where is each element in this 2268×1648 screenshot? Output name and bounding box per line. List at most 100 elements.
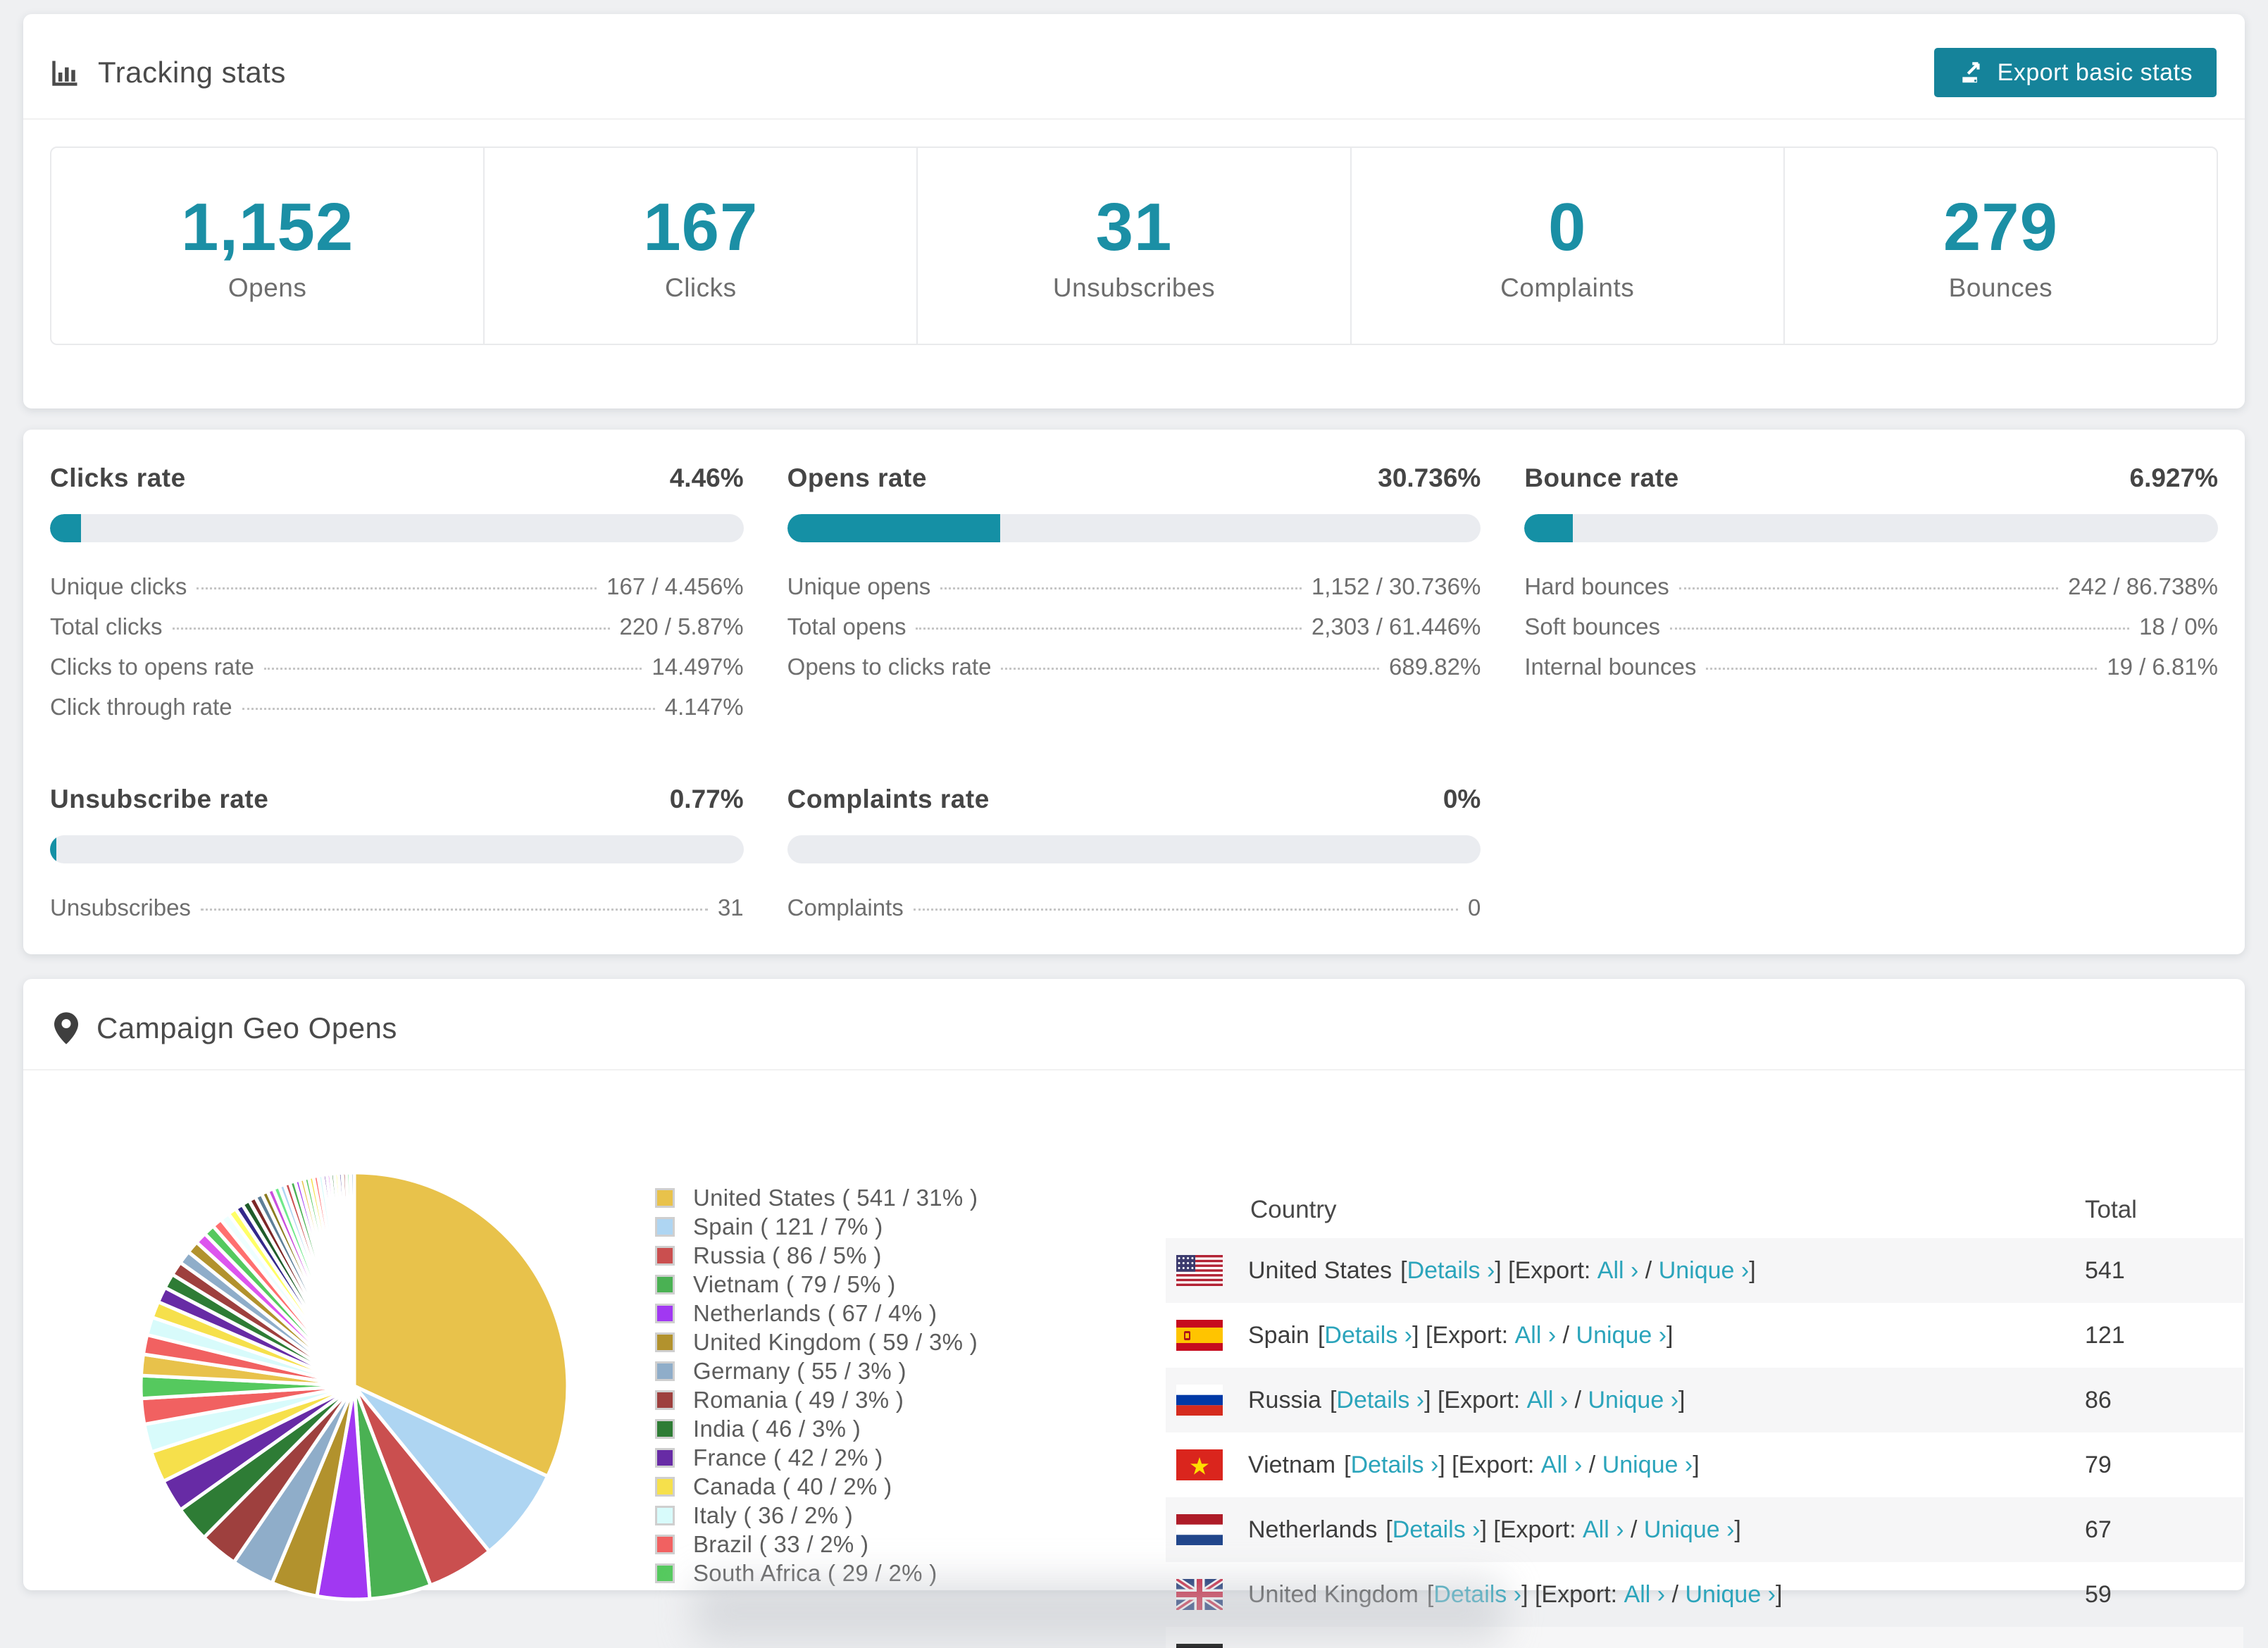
legend-swatch	[655, 1188, 675, 1208]
rate-detail-row: Total opens2,303 / 61.446%	[787, 613, 1481, 654]
rate-title: Opens rate	[787, 463, 927, 493]
rate-detail-row: Hard bounces242 / 86.738%	[1524, 573, 2218, 613]
total-cell: 86	[2085, 1387, 2243, 1414]
rate-detail-row: Total clicks220 / 5.87%	[50, 613, 744, 654]
bracket: ]	[1666, 1322, 1673, 1349]
export-unique-link[interactable]: Unique ›	[1659, 1257, 1750, 1285]
details-link[interactable]: Details ›	[1336, 1387, 1424, 1414]
stat-unsubscribes: 31Unsubscribes	[918, 148, 1351, 344]
rate-detail-value: 167 / 4.456%	[606, 573, 744, 600]
campaign-geo-opens-card: Campaign Geo Opens United States ( 541 /…	[23, 979, 2245, 1590]
legend-item: Netherlands ( 67 / 4% )	[655, 1299, 978, 1328]
rate-detail-value: 19 / 6.81%	[2107, 654, 2218, 680]
legend-item: France ( 42 / 2% )	[655, 1443, 978, 1472]
progress-bar-track	[50, 835, 744, 863]
table-row: Spain[Details ›] [Export: All › / Unique…	[1166, 1303, 2243, 1368]
export-basic-stats-button[interactable]: Export basic stats	[1934, 48, 2217, 97]
country-cell: Netherlands[Details ›] [Export: All › / …	[1166, 1514, 2085, 1545]
bracket: ]	[1678, 1387, 1685, 1414]
legend-swatch	[655, 1563, 675, 1583]
details-link[interactable]: Details ›	[1392, 1516, 1481, 1544]
rate-detail-label: Unique opens	[787, 573, 931, 600]
country-column-header: Country	[1166, 1196, 2085, 1224]
legend-item: United States ( 541 / 31% )	[655, 1183, 978, 1212]
dotted-leader	[940, 587, 1302, 589]
rate-detail-value: 4.147%	[665, 694, 744, 720]
rate-value: 4.46%	[670, 463, 744, 493]
rate-detail-row: Internal bounces19 / 6.81%	[1524, 654, 2218, 694]
bracket: [	[1385, 1516, 1392, 1544]
legend-item: Canada ( 40 / 2% )	[655, 1472, 978, 1501]
stat-value: 1,152	[181, 189, 354, 266]
total-cell: 59	[2085, 1581, 2243, 1609]
legend-label: India ( 46 / 3% )	[693, 1416, 861, 1442]
rate-detail-row: Unique opens 1,152 / 30.736%	[787, 573, 1481, 613]
legend-label: Brazil ( 33 / 2% )	[693, 1531, 868, 1558]
bracket: ]	[1693, 1452, 1699, 1479]
legend-item: Spain ( 121 / 7% )	[655, 1212, 978, 1241]
dotted-leader	[914, 909, 1458, 911]
export-unique-link[interactable]: Unique ›	[1576, 1322, 1667, 1349]
export-unique-link[interactable]: Unique ›	[1613, 1646, 1704, 1648]
rate-detail-label: Total clicks	[50, 613, 163, 640]
stat-value: 167	[643, 189, 758, 266]
page-title: Tracking stats	[98, 56, 286, 89]
legend-label: France ( 42 / 2% )	[693, 1444, 883, 1471]
dotted-leader	[173, 628, 610, 630]
bracket: ]	[1734, 1516, 1740, 1544]
rate-detail-row: Unsubscribes31	[50, 894, 744, 935]
rate-detail-value: 242 / 86.738%	[2068, 573, 2218, 600]
export-unique-link[interactable]: Unique ›	[1588, 1387, 1679, 1414]
progress-bar-track	[787, 835, 1481, 863]
dotted-leader	[242, 708, 655, 710]
rate-block-clicks-rate: Clicks rate4.46%Unique clicks167 / 4.456…	[50, 463, 744, 734]
stat-value: 279	[1943, 189, 2058, 266]
rate-value: 30.736%	[1378, 463, 1481, 493]
stat-label: Clicks	[665, 273, 737, 303]
rate-detail-value: 1,152 / 30.736%	[1311, 573, 1481, 600]
bracket: ]	[1704, 1646, 1710, 1648]
legend-label: Romania ( 49 / 3% )	[693, 1387, 904, 1413]
legend-label: Canada ( 40 / 2% )	[693, 1473, 892, 1500]
details-link[interactable]: Details ›	[1324, 1322, 1412, 1349]
export-all-link[interactable]: All ›	[1583, 1516, 1624, 1544]
export-unique-link[interactable]: Unique ›	[1685, 1581, 1776, 1609]
bracket: ]	[1776, 1581, 1782, 1609]
geo-section-title: Campaign Geo Opens	[96, 1011, 397, 1045]
export-all-link[interactable]: All ›	[1624, 1581, 1666, 1609]
legend-label: Netherlands ( 67 / 4% )	[693, 1300, 937, 1327]
export-all-link[interactable]: All ›	[1552, 1646, 1593, 1648]
total-column-header: Total	[2085, 1196, 2243, 1224]
dotted-leader	[916, 628, 1302, 630]
dotted-leader	[1001, 668, 1379, 670]
legend-swatch	[655, 1304, 675, 1323]
legend-item: India ( 46 / 3% )	[655, 1414, 978, 1443]
geo-table-header: CountryTotal	[1166, 1182, 2243, 1238]
rate-detail-value: 31	[718, 894, 744, 921]
stat-value: 0	[1548, 189, 1586, 266]
export-unique-link[interactable]: Unique ›	[1644, 1516, 1735, 1544]
country-name: Netherlands	[1248, 1516, 1377, 1544]
export-unique-link[interactable]: Unique ›	[1602, 1452, 1693, 1479]
rate-title: Clicks rate	[50, 463, 186, 493]
details-link[interactable]: Details ›	[1362, 1646, 1450, 1648]
bracket: ] [Export:	[1424, 1387, 1527, 1414]
export-all-link[interactable]: All ›	[1597, 1257, 1639, 1285]
legend-label: Russia ( 86 / 5% )	[693, 1242, 882, 1269]
export-all-link[interactable]: All ›	[1527, 1387, 1569, 1414]
legend-swatch	[655, 1246, 675, 1266]
bracket: ] [Export:	[1521, 1581, 1624, 1609]
legend-swatch	[655, 1332, 675, 1352]
country-cell: Vietnam[Details ›] [Export: All › / Uniq…	[1166, 1449, 2085, 1480]
legend-item: Russia ( 86 / 5% )	[655, 1241, 978, 1270]
export-all-link[interactable]: All ›	[1541, 1452, 1583, 1479]
rate-block-bounce-rate: Bounce rate6.927%Hard bounces242 / 86.73…	[1524, 463, 2218, 734]
details-link[interactable]: Details ›	[1351, 1452, 1439, 1479]
tracking-stats-header: Tracking stats Export basic stats	[23, 14, 2245, 120]
rate-detail-row: Clicks to opens rate14.497%	[50, 654, 744, 694]
progress-bar-track	[787, 514, 1481, 542]
details-link[interactable]: Details ›	[1407, 1257, 1495, 1285]
export-all-link[interactable]: All ›	[1515, 1322, 1557, 1349]
dotted-leader	[264, 668, 642, 670]
geo-opens-table: CountryTotalUnited States[Details ›] [Ex…	[1166, 1182, 2243, 1648]
